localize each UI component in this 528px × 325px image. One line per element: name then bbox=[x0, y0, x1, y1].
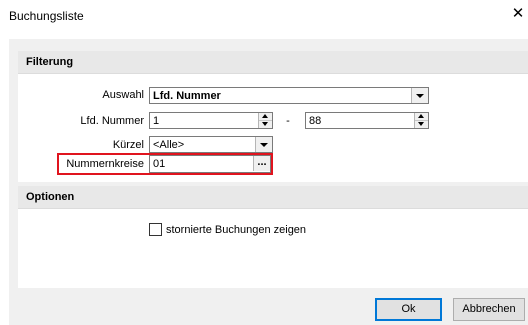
title-bar: Buchungsliste ✕ bbox=[0, 0, 528, 30]
spin-arrows-icon[interactable] bbox=[258, 113, 272, 128]
kuerzel-value: <Alle> bbox=[153, 139, 185, 151]
lfd-nummer-label: Lfd. Nummer bbox=[80, 115, 144, 127]
lfd-nummer-from-value: 1 bbox=[153, 115, 160, 127]
options-section-body bbox=[18, 208, 528, 288]
lfd-nummer-from-stepper[interactable]: 1 bbox=[149, 112, 273, 129]
auswahl-value: Lfd. Nummer bbox=[153, 90, 221, 102]
filter-section-header: Filterung bbox=[18, 51, 528, 74]
nummernkreise-label: Nummernkreise bbox=[66, 158, 144, 170]
chevron-down-icon[interactable] bbox=[411, 88, 428, 103]
close-icon[interactable]: ✕ bbox=[510, 5, 526, 23]
kuerzel-label: Kürzel bbox=[112, 139, 144, 151]
spin-arrows-icon[interactable] bbox=[414, 113, 428, 128]
spin-down-icon[interactable] bbox=[259, 121, 272, 128]
nummernkreise-field[interactable]: 01 ... bbox=[149, 155, 271, 173]
ellipsis-button[interactable]: ... bbox=[253, 156, 270, 171]
chevron-down-icon[interactable] bbox=[255, 137, 272, 152]
cancel-button[interactable]: Abbrechen bbox=[453, 298, 525, 321]
filter-section-title: Filterung bbox=[26, 56, 74, 68]
options-section-title: Optionen bbox=[26, 191, 75, 203]
options-section-header: Optionen bbox=[18, 186, 528, 209]
spin-up-icon[interactable] bbox=[415, 113, 428, 121]
show-cancelled-label: stornierte Buchungen zeigen bbox=[166, 224, 307, 236]
auswahl-combobox[interactable]: Lfd. Nummer bbox=[149, 87, 429, 104]
auswahl-label: Auswahl bbox=[102, 89, 144, 101]
range-separator: - bbox=[286, 115, 290, 127]
kuerzel-combobox[interactable]: <Alle> bbox=[149, 136, 273, 153]
lfd-nummer-to-stepper[interactable]: 88 bbox=[305, 112, 429, 129]
ok-button[interactable]: Ok bbox=[375, 298, 442, 321]
spin-up-icon[interactable] bbox=[259, 113, 272, 121]
lfd-nummer-to-value: 88 bbox=[309, 115, 322, 127]
spin-down-icon[interactable] bbox=[415, 121, 428, 128]
window-title: Buchungsliste bbox=[9, 9, 84, 23]
nummernkreise-value: 01 bbox=[153, 158, 166, 170]
show-cancelled-checkbox[interactable] bbox=[149, 223, 162, 236]
